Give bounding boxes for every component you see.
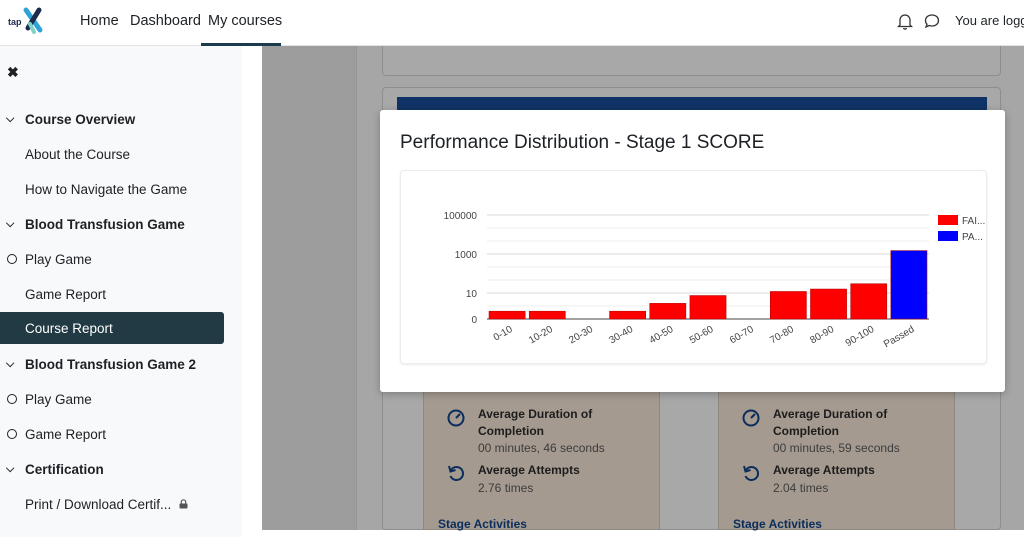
chevron-down-icon[interactable]: ⌵	[6, 358, 14, 371]
completion-circle-icon	[7, 394, 17, 404]
sidebar-item-label: About the Course	[25, 146, 131, 162]
chart-legend-swatch	[938, 231, 958, 241]
chart-x-tick-label: 20-30	[567, 324, 595, 347]
sidebar-item-label: Course Overview	[25, 111, 136, 127]
duration-title: Average Duration of Completion	[773, 407, 888, 438]
chart-y-tick-label: 0	[471, 315, 477, 326]
user-login-text: You are logge	[955, 13, 1024, 28]
logo-x-icon	[23, 7, 43, 34]
chart-x-tick-label: 40-50	[648, 324, 676, 347]
stage-activities-link[interactable]: Stage Activities	[438, 517, 527, 531]
attempts-value: 2.04 times	[773, 481, 829, 495]
sidebar-item-print-certificate[interactable]: Print / Download Certif...	[0, 488, 232, 520]
chevron-down-icon[interactable]: ⌵	[6, 463, 14, 476]
site-logo[interactable]: tap	[8, 6, 48, 38]
stage-stats-card-2: Average Duration of Completion 00 minute…	[718, 390, 955, 531]
sidebar-item-about-course[interactable]: About the Course	[0, 138, 232, 170]
sidebar-item-game-report-2[interactable]: Game Report	[0, 418, 232, 450]
chart-x-tick-label: 0-10	[492, 324, 515, 344]
chart-bar	[770, 291, 807, 320]
bell-icon[interactable]	[897, 13, 913, 30]
sidebar-gutter	[242, 46, 262, 537]
close-icon[interactable]: ✖	[7, 64, 19, 81]
chart-x-tick-label: 60-70	[728, 324, 756, 347]
chart-legend-swatch	[938, 215, 958, 225]
completion-circle-icon	[7, 254, 17, 264]
chart-x-tick-label: 80-90	[808, 324, 836, 347]
course-index-sidebar: ✖ ⌵ Course Overview About the Course How…	[0, 46, 242, 537]
nav-home[interactable]: Home	[80, 13, 119, 29]
chart-x-tick-label: 50-60	[688, 324, 716, 347]
retry-icon	[743, 465, 759, 481]
chart-x-tick-label: 90-100	[844, 324, 877, 349]
duration-value: 00 minutes, 59 seconds	[773, 441, 900, 455]
sidebar-item-label: Game Report	[25, 286, 107, 302]
chart-legend-label: FAI...	[962, 216, 985, 227]
report-card-previous	[382, 46, 1001, 76]
chart-bar	[528, 310, 566, 320]
lock-icon	[179, 499, 188, 509]
chart-x-tick-label: 70-80	[768, 324, 796, 347]
chart-y-tick-label: 1000	[455, 250, 478, 261]
sidebar-item-label: Course Report	[25, 320, 113, 336]
chart-x-tick-label: Passed	[882, 324, 916, 350]
sidebar-item-course-report[interactable]: Course Report	[0, 312, 224, 344]
attempts-title: Average Attempts	[773, 463, 875, 477]
chat-icon[interactable]	[924, 13, 940, 29]
attempts-value: 2.76 times	[478, 481, 534, 495]
stage-activities-link[interactable]: Stage Activities	[733, 517, 822, 531]
duration-value: 00 minutes, 46 seconds	[478, 441, 605, 455]
chart-container: 0 10 1000 100000 0-10 10-20 20-30 30-40 40-50 50-…	[400, 170, 987, 364]
chart-x-tick-label: 10-20	[527, 324, 555, 347]
chart-bar	[890, 250, 928, 320]
sidebar-item-label: Blood Transfusion Game 2	[25, 356, 197, 372]
timer-icon	[742, 409, 760, 427]
chevron-down-icon[interactable]: ⌵	[6, 113, 14, 126]
attempts-title: Average Attempts	[478, 463, 580, 477]
sidebar-section-blood-transfusion-game-2[interactable]: ⌵ Blood Transfusion Game 2	[0, 348, 232, 380]
retry-icon	[448, 465, 464, 481]
chart-bar	[609, 310, 646, 320]
chart-y-tick-label: 100000	[444, 211, 478, 222]
sidebar-item-play-game-2[interactable]: Play Game	[0, 383, 232, 415]
sidebar-item-label: How to Navigate the Game	[25, 181, 188, 197]
sidebar-item-label: Game Report	[25, 426, 107, 442]
nav-active-indicator	[201, 43, 281, 46]
performance-distribution-modal: Performance Distribution - Stage 1 SCORE…	[380, 110, 1005, 392]
nav-my-courses[interactable]: My courses	[208, 13, 282, 29]
completion-circle-icon	[7, 429, 17, 439]
stage-stats-card-1: Average Duration of Completion 00 minute…	[423, 390, 660, 531]
top-navbar: tap Home Dashboard My courses You are lo…	[0, 0, 1024, 46]
chevron-down-icon[interactable]: ⌵	[6, 218, 14, 231]
modal-title: Performance Distribution - Stage 1 SCORE	[400, 132, 765, 153]
sidebar-item-label: Print / Download Certif...	[25, 496, 172, 512]
timer-icon	[447, 409, 465, 427]
chart-x-tick-label: 30-40	[607, 324, 635, 347]
chart-legend-label: PA...	[962, 232, 983, 243]
sidebar-item-game-report[interactable]: Game Report	[0, 278, 232, 310]
sidebar-item-label: Blood Transfusion Game	[25, 216, 185, 232]
chart-bar	[649, 303, 687, 320]
sidebar-section-certification[interactable]: ⌵ Certification	[0, 453, 232, 485]
chart-y-tick-label: 10	[466, 289, 478, 300]
chart-bar	[810, 288, 847, 320]
sidebar-section-course-overview[interactable]: ⌵ Course Overview	[0, 103, 232, 135]
sidebar-item-label: Certification	[25, 461, 104, 477]
sidebar-item-play-game[interactable]: Play Game	[0, 243, 232, 275]
nav-dashboard[interactable]: Dashboard	[130, 13, 201, 29]
duration-title: Average Duration of Completion	[478, 407, 593, 438]
chart-bar	[689, 295, 727, 320]
sidebar-section-blood-transfusion-game[interactable]: ⌵ Blood Transfusion Game	[0, 208, 232, 240]
report-card-header	[397, 97, 987, 111]
sidebar-item-label: Play Game	[25, 391, 92, 407]
sidebar-item-label: Play Game	[25, 251, 92, 267]
chart-bar	[850, 283, 888, 320]
performance-chart: 0 10 1000 100000 0-10 10-20 20-30 30-40 40-50 50-…	[444, 211, 986, 350]
sidebar-item-how-to-navigate[interactable]: How to Navigate the Game	[0, 173, 232, 205]
chart-bar	[488, 310, 526, 320]
